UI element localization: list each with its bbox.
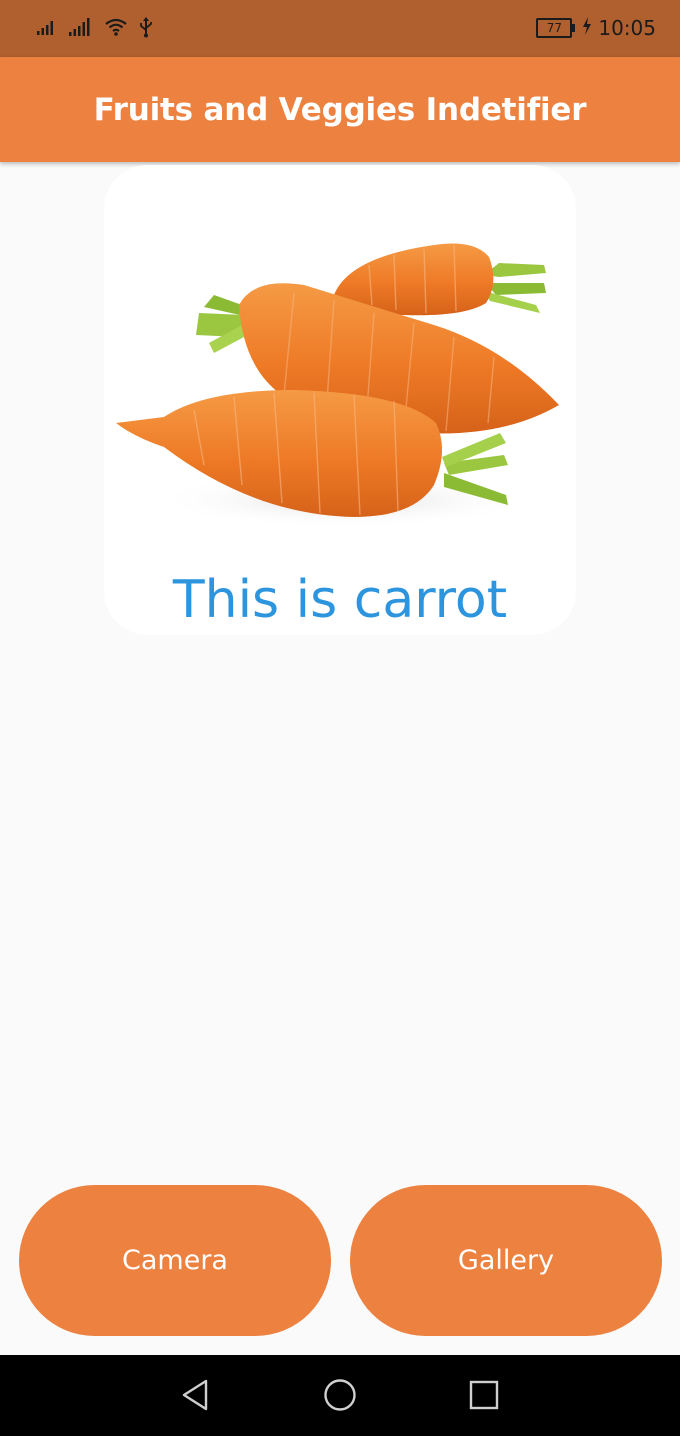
navigation-bar [0, 1355, 680, 1436]
status-icons-right: 77 10:05 [536, 13, 656, 43]
signal-icon [68, 17, 94, 41]
recents-icon[interactable] [464, 1375, 504, 1415]
charging-icon [582, 17, 592, 39]
gallery-button[interactable]: Gallery [350, 1185, 662, 1336]
usb-icon [138, 16, 154, 42]
carrot-image [104, 165, 576, 565]
result-card: This is carrot [104, 165, 576, 635]
home-icon[interactable] [320, 1375, 360, 1415]
battery-icon: 77 [536, 18, 576, 38]
status-bar: 77 10:05 [0, 0, 680, 57]
signal-icon [36, 18, 58, 40]
back-icon[interactable] [175, 1375, 215, 1415]
gallery-button-label: Gallery [457, 1245, 555, 1276]
battery-level: 77 [546, 21, 562, 35]
status-icons-left [36, 16, 154, 42]
app-bar: Fruits and Veggies Indetifier [0, 57, 680, 162]
clock: 10:05 [598, 16, 656, 40]
result-label: This is carrot [172, 570, 508, 630]
wifi-icon [104, 17, 128, 41]
app-title: Fruits and Veggies Indetifier [93, 91, 587, 128]
camera-button-label: Camera [122, 1245, 228, 1276]
camera-button[interactable]: Camera [19, 1185, 331, 1336]
